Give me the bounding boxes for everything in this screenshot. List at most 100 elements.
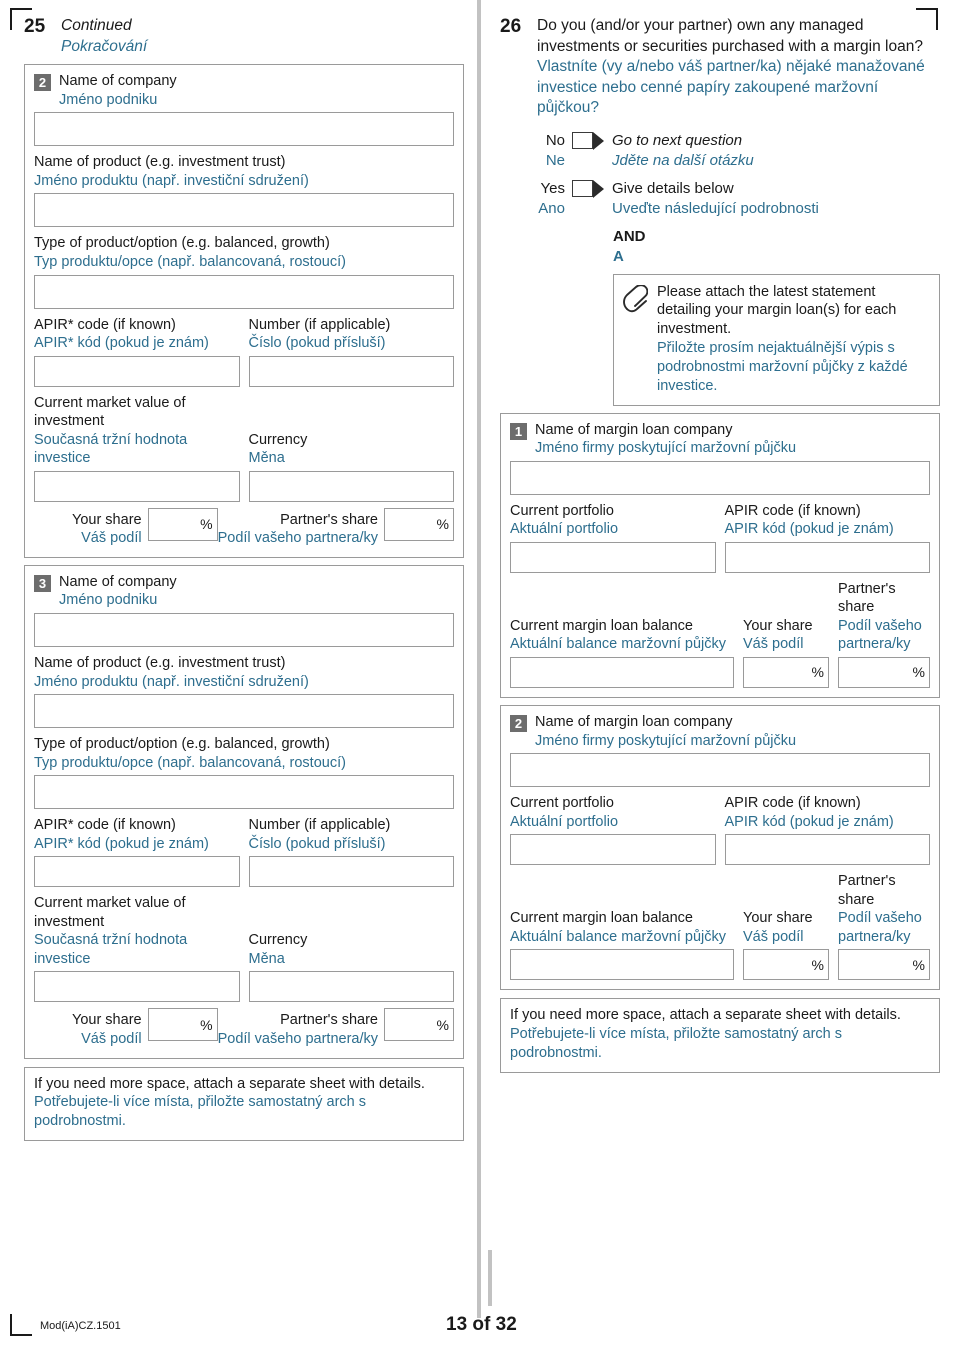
option-no-text-cz: Jděte na další otázku <box>612 151 754 169</box>
margin-block-1-apir-input[interactable] <box>724 541 930 573</box>
margin-block-2-your-share-label-en: Your share <box>743 910 813 927</box>
block-2-product-label-en: Name of product (e.g. investment trust) <box>34 154 286 171</box>
block-3-your-share-percent: % <box>200 1016 213 1033</box>
block-3-partner-share-input[interactable]: % <box>384 1008 454 1042</box>
block-3-badge: 3 <box>34 574 51 592</box>
margin-block-1-partner-share-label-en: Partner's share <box>838 580 896 616</box>
margin-block-1-portfolio-input[interactable] <box>510 541 716 573</box>
block-3-number-input[interactable] <box>248 856 454 888</box>
block-2-partner-share-input[interactable]: % <box>384 507 454 541</box>
block-2-type-label-en: Type of product/option (e.g. balanced, g… <box>34 235 330 252</box>
block-3-product-label-cz: Jméno produktu (např. investiční sdružen… <box>34 673 309 690</box>
block-2-currency-label-en: Currency <box>248 431 308 448</box>
block-3-apir-label-en: APIR* code (if known) <box>34 817 176 834</box>
margin-block-1-portfolio-label-cz: Aktuální portfolio <box>510 521 619 538</box>
option-yes-text-cz: Uveďte následující podrobnosti <box>612 199 819 217</box>
option-no[interactable]: No Ne Go to next question Jděte na další… <box>534 131 940 170</box>
block-2-company-label-cz: Jméno podniku <box>59 91 158 108</box>
margin-block-1-company-input[interactable] <box>510 460 930 495</box>
margin-loan-block-1: 1 Name of margin loan company Jméno firm… <box>500 412 940 698</box>
block-3-market-value-label-cz: Současná tržní hodnota investice <box>34 932 188 967</box>
option-yes-checkbox[interactable] <box>572 180 593 198</box>
block-3-number-label-cz: Číslo (pokud přísluší) <box>248 835 386 852</box>
block-3-company-input[interactable] <box>34 612 454 647</box>
block-3-partner-share-label-cz: Podíl vašeho partnera/ky <box>217 1030 378 1047</box>
investment-block-3: 3 Name of company Jméno podniku Name of … <box>24 564 464 1059</box>
margin-block-1-balance-input[interactable] <box>510 656 734 688</box>
block-2-number-input[interactable] <box>248 355 454 387</box>
block-3-currency-input[interactable] <box>248 971 454 1003</box>
margin-block-2-company-label-en: Name of margin loan company <box>535 713 733 730</box>
block-2-market-value-input[interactable] <box>34 470 240 502</box>
margin-block-2-partner-share-input[interactable]: % <box>838 949 930 981</box>
block-2-your-share-label-cz: Váš podíl <box>81 530 142 547</box>
margin-block-2-portfolio-input[interactable] <box>510 834 716 866</box>
block-3-currency-label-en: Currency <box>248 932 308 949</box>
column-divider <box>477 0 481 1318</box>
footer-divider-tick <box>488 1250 492 1306</box>
right-column: 26 Do you (and/or your partner) own any … <box>500 0 940 1073</box>
margin-block-1-company-label-cz: Jméno firmy poskytující maržovní půjčku <box>535 440 797 457</box>
attach-statement-note: Please attach the latest statement detai… <box>613 273 940 406</box>
block-2-partner-share-label-cz: Podíl vašeho partnera/ky <box>217 530 378 547</box>
block-3-partner-share-percent: % <box>436 1016 449 1033</box>
margin-block-1-partner-share-percent: % <box>912 664 925 681</box>
block-2-your-share-input[interactable]: % <box>147 507 218 541</box>
block-3-apir-input[interactable] <box>34 856 240 888</box>
block-3-type-label-en: Type of product/option (e.g. balanced, g… <box>34 736 330 753</box>
arrow-right-icon <box>593 180 604 199</box>
block-2-market-value-label-en: Current market value of investment <box>34 394 186 430</box>
block-3-share-row: Your share Váš podíl % Partner's share P… <box>34 1008 454 1048</box>
block-2-number-label-en: Number (if applicable) <box>248 316 391 333</box>
block-2-type-label-cz: Typ produktu/opce (např. balancovaná, ro… <box>34 253 346 270</box>
block-2-type-input[interactable] <box>34 274 454 309</box>
block-2-product-input[interactable] <box>34 193 454 228</box>
margin-block-1-balance-label-cz: Aktuální balance maržovní půjčky <box>510 636 726 653</box>
option-no-label-cz: Ne <box>545 151 565 169</box>
margin-block-2-balance-label-cz: Aktuální balance maržovní půjčky <box>510 928 726 945</box>
margin-block-2-your-share-input[interactable]: % <box>743 949 829 981</box>
margin-block-2-balance-input[interactable] <box>510 949 734 981</box>
block-2-apir-label-cz: APIR* kód (pokud je znám) <box>34 335 209 352</box>
margin-block-1-your-share-percent: % <box>811 664 824 681</box>
block-2-company-input[interactable] <box>34 112 454 147</box>
block-3-type-input[interactable] <box>34 775 454 810</box>
block-3-your-share-input[interactable]: % <box>147 1008 218 1042</box>
block-3-product-input[interactable] <box>34 694 454 729</box>
left-note-cz: Potřebujete-li více místa, přiložte samo… <box>34 1094 367 1130</box>
margin-block-2-your-share-label-cz: Váš podíl <box>743 928 804 945</box>
block-3-market-value-input[interactable] <box>34 971 240 1003</box>
block-2-currency-input[interactable] <box>248 470 454 502</box>
right-note-cz: Potřebujete-li více místa, přiložte samo… <box>510 1026 843 1062</box>
option-yes-label-cz: Ano <box>538 199 565 217</box>
question-25-header: 25 Continued Pokračování <box>24 0 464 57</box>
block-2-share-row: Your share Váš podíl % Partner's share P… <box>34 507 454 548</box>
block-2-currency-label-cz: Měna <box>248 450 285 467</box>
attach-note-cz: Přiložte prosím nejaktuálnější výpis s p… <box>657 340 908 394</box>
margin-block-1-your-share-input[interactable]: % <box>743 656 829 688</box>
left-note-en: If you need more space, attach a separat… <box>34 1075 425 1092</box>
arrow-right-icon <box>593 132 604 151</box>
question-26-header: 26 Do you (and/or your partner) own any … <box>500 0 940 119</box>
margin-block-1-heading: 1 Name of margin loan company Jméno firm… <box>510 421 930 458</box>
block-3-your-share-label-cz: Váš podíl <box>81 1030 142 1047</box>
block-2-company-label-en: Name of company <box>59 73 177 90</box>
block-3-your-share-label-en: Your share <box>71 1012 142 1029</box>
margin-block-2-badge: 2 <box>510 714 527 732</box>
margin-block-2-apir-input[interactable] <box>724 834 930 866</box>
question-26-text-en: Do you (and/or your partner) own any man… <box>537 17 923 55</box>
form-code: Mod(iA)CZ.1501 <box>40 1320 121 1332</box>
margin-block-1-partner-share-input[interactable]: % <box>838 656 930 688</box>
block-2-apir-input[interactable] <box>34 355 240 387</box>
and-label-cz: A <box>613 248 624 266</box>
question-25-title-cz: Pokračování <box>61 37 148 55</box>
block-2-your-share-percent: % <box>200 516 213 533</box>
block-2-partner-share-percent: % <box>436 516 449 533</box>
block-3-product-label-en: Name of product (e.g. investment trust) <box>34 654 286 671</box>
question-25-title-en: Continued <box>61 17 132 34</box>
option-yes[interactable]: Yes Ano Give details below Uveďte násled… <box>534 179 940 218</box>
block-2-badge: 2 <box>34 74 51 92</box>
margin-block-2-company-input[interactable] <box>510 753 930 788</box>
attach-note-en: Please attach the latest statement detai… <box>657 283 897 338</box>
option-no-checkbox[interactable] <box>572 132 593 150</box>
